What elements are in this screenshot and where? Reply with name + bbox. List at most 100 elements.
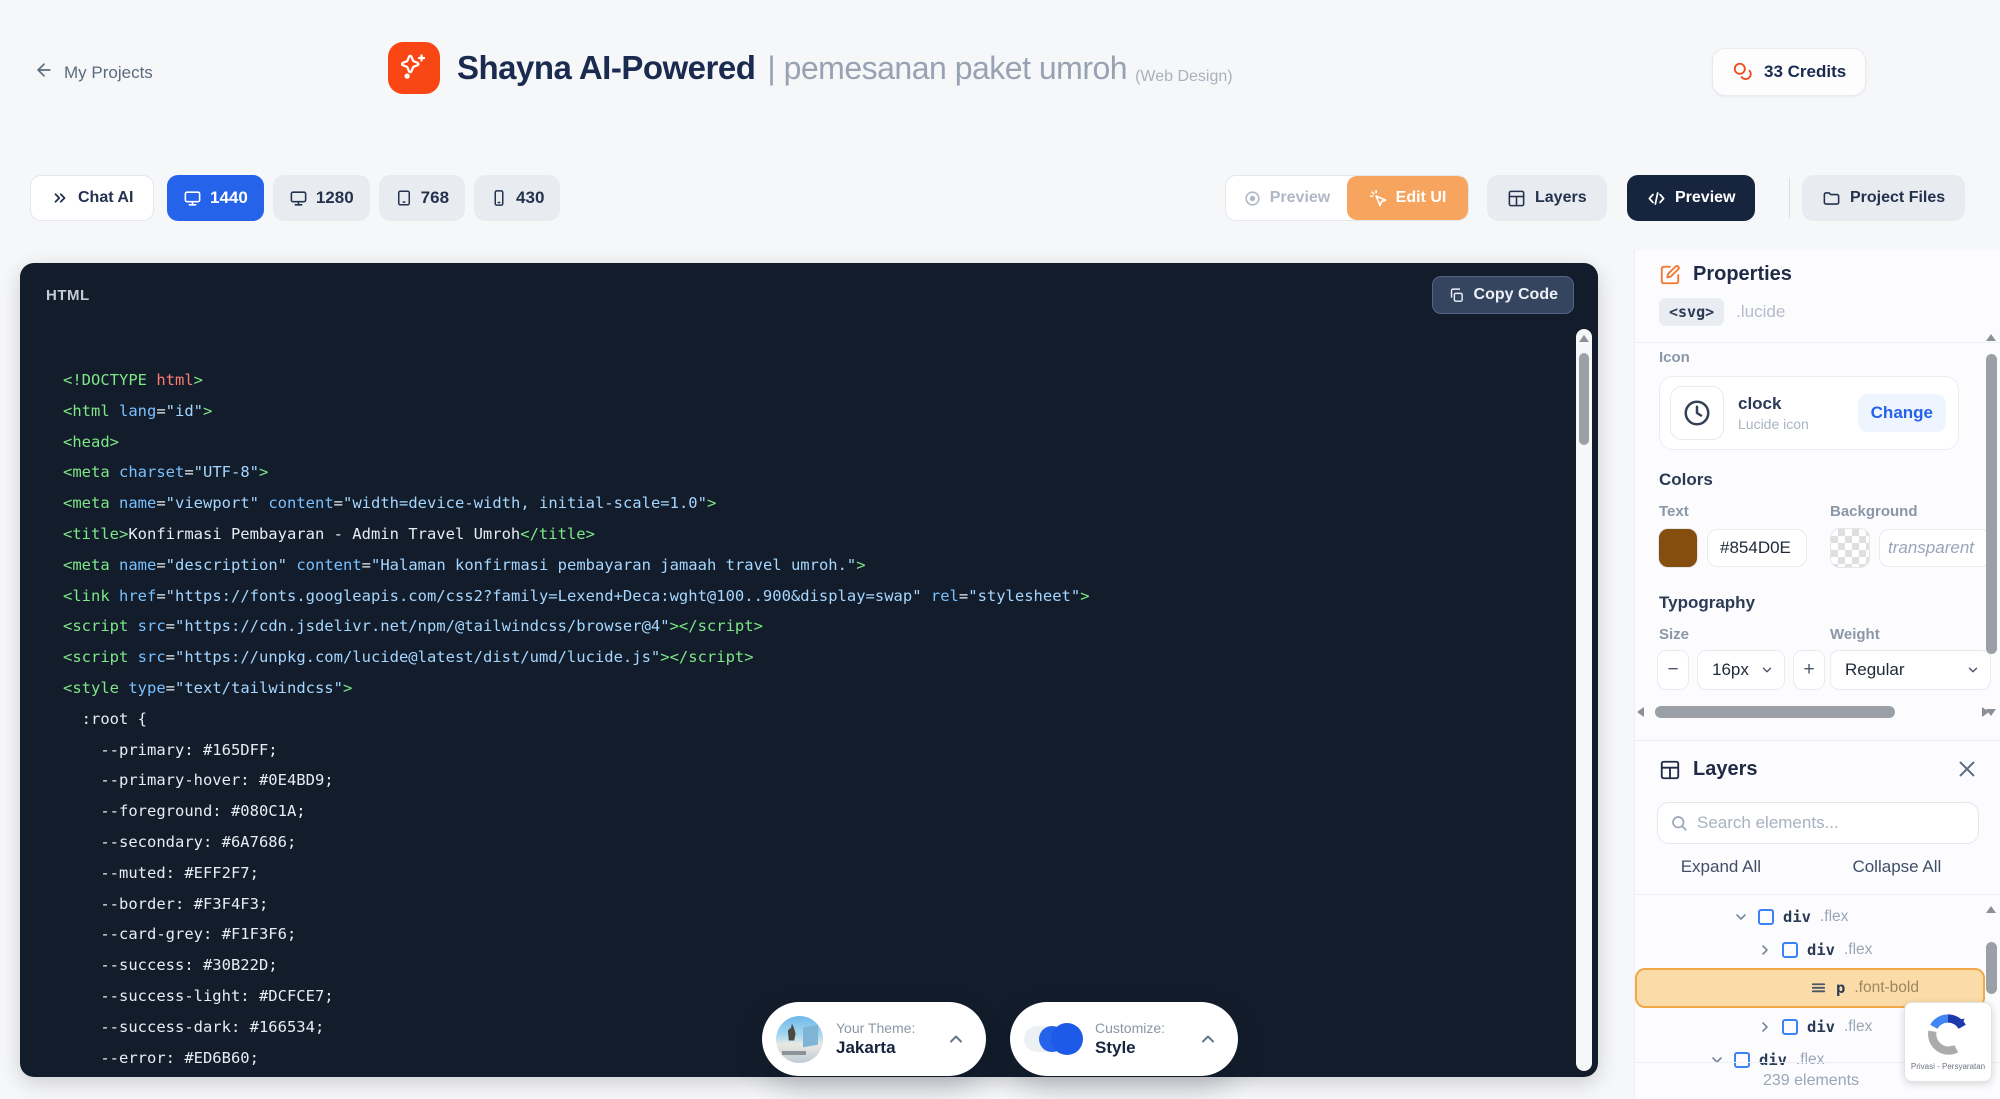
- monitor-icon: [183, 189, 202, 208]
- theme-pill[interactable]: Your Theme: Jakarta: [762, 1002, 986, 1076]
- recaptcha-badge[interactable]: Privasi - Persyaratan: [1904, 1002, 1992, 1082]
- chevron-down-icon[interactable]: [1733, 909, 1749, 925]
- scroll-down-arrow[interactable]: [1986, 709, 1996, 716]
- code-line: --primary: #165DFF;: [63, 735, 1568, 766]
- app-logo: [388, 42, 440, 94]
- mode-preview-button[interactable]: Preview: [1226, 176, 1347, 220]
- project-files-button[interactable]: Project Files: [1802, 175, 1965, 221]
- box-icon: [1782, 1019, 1798, 1035]
- code-line: <!DOCTYPE html>: [63, 365, 1568, 396]
- size-select[interactable]: 16px: [1697, 650, 1785, 690]
- clock-icon: [1682, 398, 1712, 428]
- layers-search: [1657, 802, 1979, 844]
- mode-preview-label: Preview: [1270, 189, 1330, 207]
- mode-toggle: Preview Edit UI: [1225, 175, 1469, 221]
- search-icon: [1670, 814, 1688, 832]
- chevron-right-icon[interactable]: [1757, 1019, 1773, 1035]
- code-scrollbar[interactable]: [1576, 329, 1592, 1071]
- code-line: --success: #30B22D;: [63, 950, 1568, 981]
- weight-select[interactable]: Regular: [1830, 650, 1991, 690]
- code-line: --foreground: #080C1A;: [63, 796, 1568, 827]
- chevron-down-icon[interactable]: [1709, 1052, 1725, 1068]
- collapse-all-button[interactable]: Collapse All: [1852, 857, 1941, 877]
- weight-value: Regular: [1845, 660, 1905, 680]
- viewport-button-768[interactable]: 768: [379, 175, 465, 221]
- background-color-input[interactable]: [1879, 529, 1991, 567]
- weight-label: Weight: [1830, 626, 1880, 643]
- mode-edit-ui-button[interactable]: Edit UI: [1347, 176, 1468, 220]
- code-preview-button[interactable]: Preview: [1627, 175, 1755, 221]
- viewport-button-430[interactable]: 430: [474, 175, 560, 221]
- copy-code-button[interactable]: Copy Code: [1432, 276, 1574, 314]
- pointer-click-icon: [1369, 189, 1388, 208]
- divider: [1635, 740, 2000, 741]
- theme-label: Your Theme:: [836, 1020, 915, 1036]
- scroll-left-arrow[interactable]: [1637, 707, 1644, 717]
- layers-scrollbar-thumb[interactable]: [1986, 942, 1997, 994]
- scroll-up-arrow[interactable]: [1579, 335, 1589, 342]
- layer-tag: div: [1759, 1051, 1787, 1069]
- customize-value: Style: [1095, 1038, 1165, 1058]
- scroll-up-arrow[interactable]: [1986, 906, 1996, 913]
- layer-class: .flex: [1844, 941, 1872, 959]
- change-icon-button[interactable]: Change: [1858, 394, 1946, 432]
- layer-tree-row-div[interactable]: div.flex: [1635, 900, 1989, 933]
- viewport-button-1440[interactable]: 1440: [167, 175, 264, 221]
- divider: [1635, 342, 2000, 343]
- icon-section-label: Icon: [1659, 349, 1690, 366]
- selected-class-label: .lucide: [1736, 302, 1785, 322]
- preview-eye-icon: [1243, 189, 1262, 208]
- selected-element-info: <svg> .lucide: [1659, 298, 1785, 326]
- code-icon: [1647, 189, 1666, 208]
- layers-panel-header: Layers: [1659, 758, 1758, 781]
- chevron-down-icon: [1966, 663, 1980, 677]
- layers-button[interactable]: Layers: [1487, 175, 1607, 221]
- size-decrease-button[interactable]: −: [1657, 650, 1689, 690]
- properties-vertical-scrollbar[interactable]: [1985, 330, 1998, 720]
- code-line: <script src="https://unpkg.com/lucide@la…: [63, 642, 1568, 673]
- chat-ai-button[interactable]: Chat AI: [30, 175, 154, 221]
- back-arrow-icon: [34, 60, 54, 85]
- expand-all-button[interactable]: Expand All: [1681, 857, 1761, 877]
- close-layers-button[interactable]: [1956, 758, 1978, 785]
- code-line: <title>Konfirmasi Pembayaran - Admin Tra…: [63, 519, 1568, 550]
- style-toggle-icon: [1024, 1021, 1082, 1057]
- customize-style-pill[interactable]: Customize: Style: [1010, 1002, 1238, 1076]
- h-scrollbar-thumb[interactable]: [1655, 706, 1895, 718]
- layer-tag: div: [1807, 941, 1835, 959]
- background-color-swatch[interactable]: [1830, 528, 1870, 568]
- code-language-label: HTML: [46, 287, 90, 304]
- project-title-row: Shayna AI-Powered | pemesanan paket umro…: [388, 42, 1233, 94]
- credits-button[interactable]: 33 Credits: [1712, 48, 1866, 96]
- theme-thumbnail: [776, 1016, 823, 1063]
- properties-header: Properties: [1659, 263, 1792, 286]
- code-preview-label: Preview: [1675, 189, 1735, 207]
- size-label: Size: [1659, 626, 1689, 643]
- chevron-right-icon[interactable]: [1757, 942, 1773, 958]
- text-color-swatch[interactable]: [1658, 528, 1698, 568]
- divider: [1635, 894, 2000, 895]
- code-line: <html lang="id">: [63, 396, 1568, 427]
- code-line: --secondary: #6A7686;: [63, 827, 1568, 858]
- close-icon: [1956, 758, 1978, 780]
- edit-square-icon: [1659, 264, 1681, 286]
- icon-type: Lucide icon: [1738, 416, 1858, 432]
- size-increase-button[interactable]: +: [1793, 650, 1825, 690]
- properties-horizontal-scrollbar[interactable]: [1637, 705, 1989, 719]
- theme-value: Jakarta: [836, 1038, 915, 1058]
- text-color-input[interactable]: [1707, 529, 1807, 567]
- search-elements-input[interactable]: [1697, 813, 1966, 833]
- viewport-button-1280[interactable]: 1280: [273, 175, 370, 221]
- icon-preview-box: [1670, 386, 1724, 440]
- code-content[interactable]: <!DOCTYPE html><html lang="id"><head> <me…: [20, 327, 1598, 1075]
- copy-icon: [1448, 287, 1465, 304]
- code-line: <head>: [63, 427, 1568, 458]
- back-to-projects[interactable]: My Projects: [34, 60, 153, 85]
- recaptcha-label: Privasi - Persyaratan: [1911, 1062, 1985, 1071]
- v-scrollbar-thumb[interactable]: [1986, 354, 1997, 654]
- code-line: <meta name="description" content="Halama…: [63, 550, 1568, 581]
- code-scrollbar-thumb[interactable]: [1579, 353, 1589, 445]
- app-window: My Projects Shayna AI-Powered | pemesana…: [0, 0, 2000, 1099]
- scroll-up-arrow[interactable]: [1986, 334, 1996, 341]
- layer-tree-row-div[interactable]: div .flex: [1635, 933, 1989, 966]
